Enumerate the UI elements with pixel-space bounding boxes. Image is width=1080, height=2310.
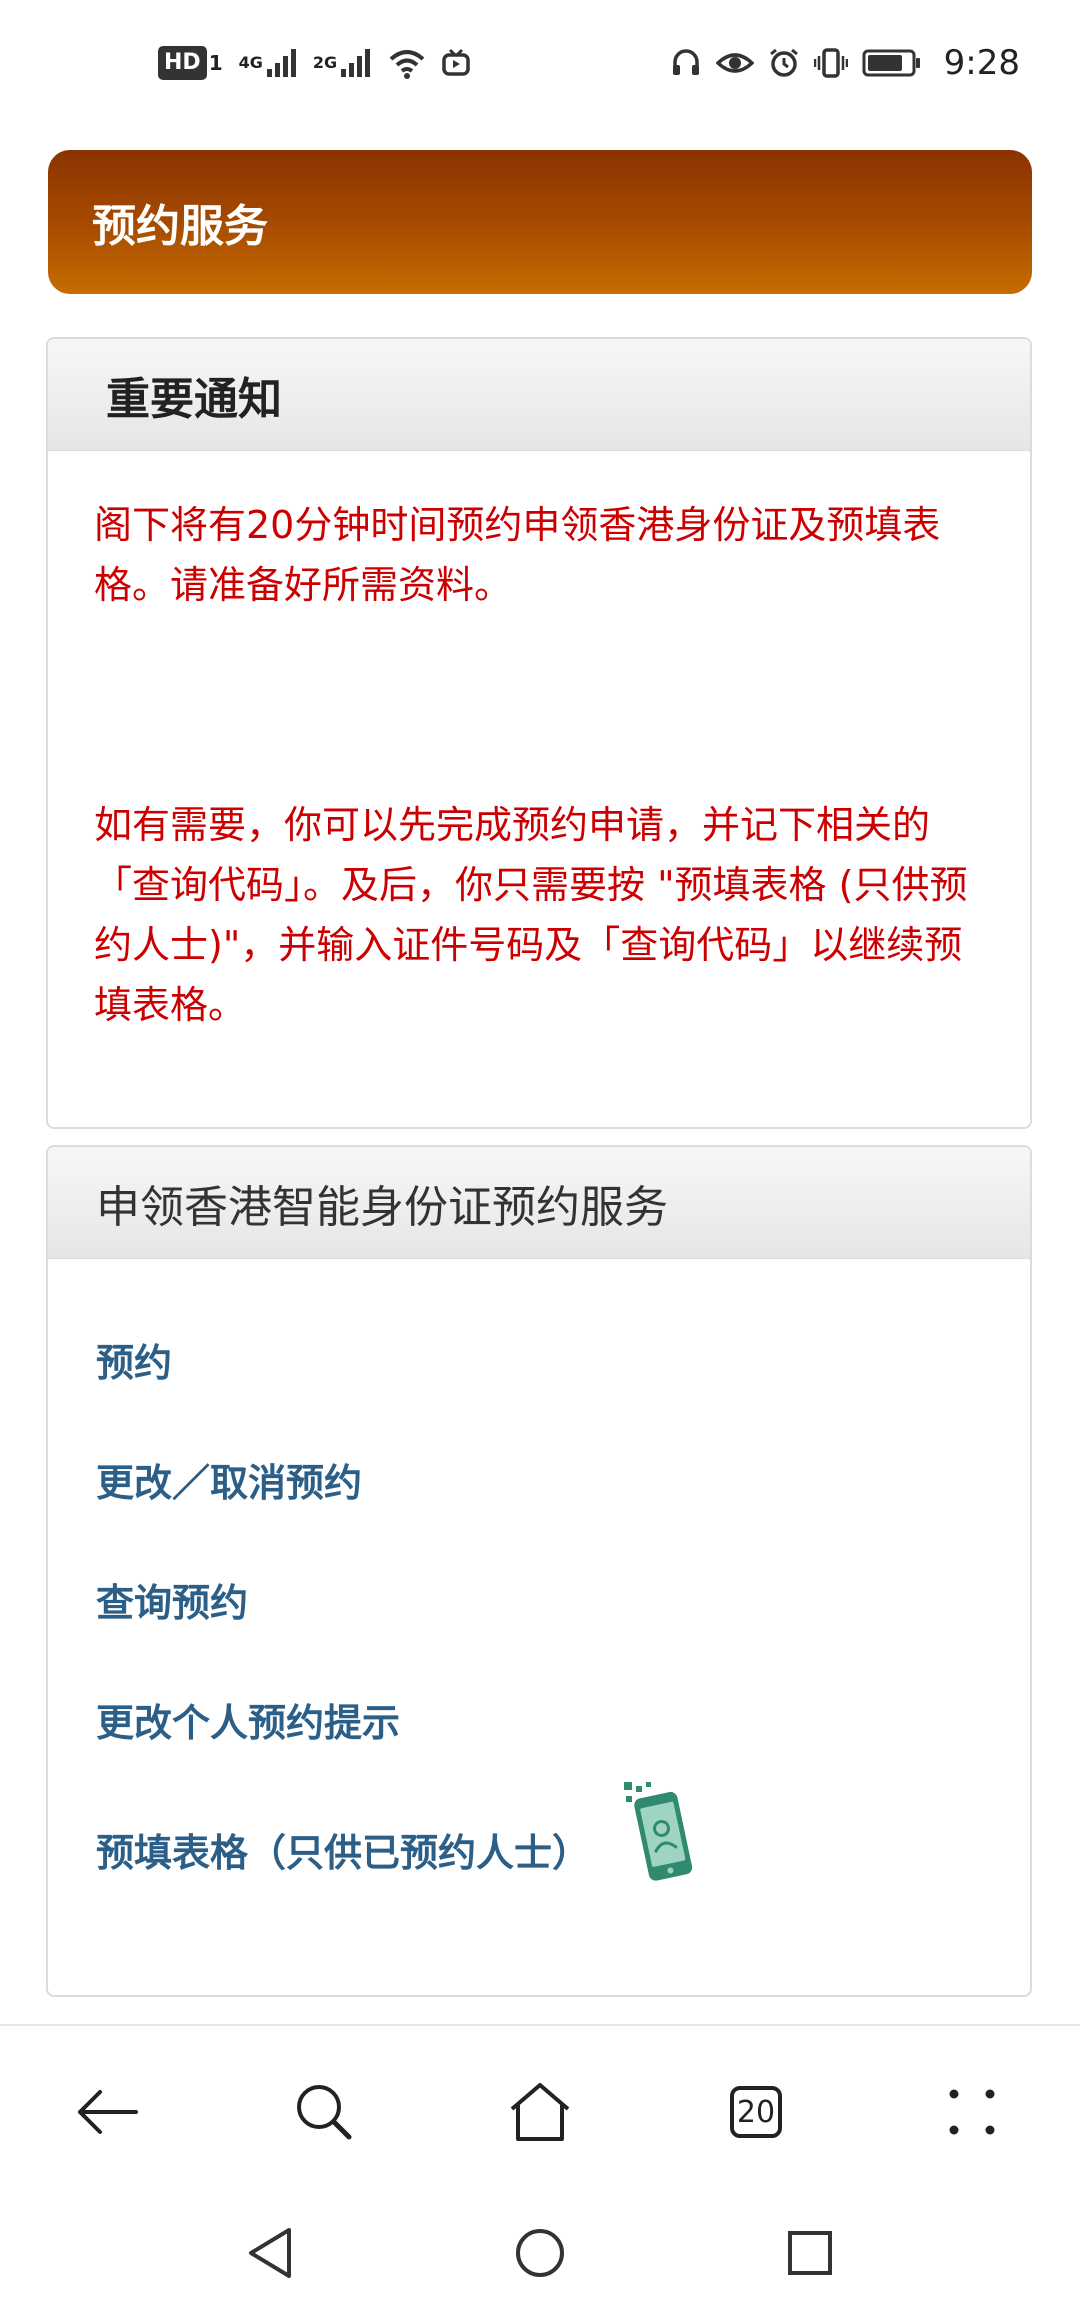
link-enquire-appointment[interactable]: 查询预约 — [96, 1539, 1030, 1659]
home-circle-icon — [516, 2229, 564, 2277]
link-label: 预约 — [96, 1340, 173, 1385]
status-bar-right: 9:28 — [670, 43, 1020, 83]
hd-icon: HD 1 — [158, 45, 225, 80]
notice-body: 阁下将有20分钟时间预约申领香港身份证及预填表格。请准备好所需资料。 如有需要，… — [48, 451, 1030, 1035]
status-time: 9:28 — [943, 42, 1020, 83]
home-button[interactable] — [480, 2052, 600, 2172]
page-title: 预约服务 — [92, 201, 268, 252]
link-make-appointment[interactable]: 预约 — [96, 1299, 1030, 1419]
link-label: 预填表格（只供已预约人士） — [96, 1830, 591, 1875]
link-label: 查询预约 — [96, 1580, 249, 1625]
page: HD 1 4G 2G 9:28 预约服务 重要通知 阁下将有20分钟时间预约申领… — [0, 0, 1080, 2310]
recents-square-icon — [788, 2231, 832, 2275]
wifi-icon — [387, 47, 427, 79]
services-card: 申领香港智能身份证预约服务 预约 更改／取消预约 查询预约 更改个人预约提示 预… — [46, 1145, 1032, 1997]
status-bar: HD 1 4G 2G 9:28 — [0, 0, 1080, 125]
tab-count: 20 — [736, 2094, 776, 2130]
link-change-cancel-appointment[interactable]: 更改／取消预约 — [96, 1419, 1030, 1539]
back-button[interactable] — [48, 2052, 168, 2172]
search-button[interactable] — [264, 2052, 384, 2172]
system-nav-bar — [0, 2196, 1080, 2310]
notice-card: 重要通知 阁下将有20分钟时间预约申领香港身份证及预填表格。请准备好所需资料。 … — [46, 337, 1032, 1129]
tabs-button[interactable]: 20 — [696, 2052, 816, 2172]
signal-bars-icon — [266, 48, 296, 77]
notice-paragraph-2: 如有需要，你可以先完成预约申请，并记下相关的「查询代码」。及后，你只需要按 "预… — [94, 803, 968, 1027]
net-2-label: 2G — [312, 53, 338, 72]
signal-4g-icon: 4G — [239, 47, 299, 79]
back-triangle-icon — [249, 2228, 291, 2278]
services-list: 预约 更改／取消预约 查询预约 更改个人预约提示 预填表格（只供已预约人士） — [48, 1259, 1030, 1919]
battery-icon — [862, 48, 922, 78]
sim-label: 1 — [208, 50, 223, 75]
link-label: 更改个人预约提示 — [96, 1700, 401, 1745]
system-recents-button[interactable] — [750, 2193, 870, 2310]
headset-icon — [670, 47, 702, 79]
hd-label: HD — [158, 45, 207, 80]
page-header: 预约服务 — [48, 150, 1032, 294]
notice-title: 重要通知 — [106, 373, 282, 425]
services-title: 申领香港智能身份证预约服务 — [96, 1181, 668, 1233]
mobile-phone-icon — [620, 1780, 700, 1899]
more-icon — [949, 2089, 995, 2135]
notice-header: 重要通知 — [48, 339, 1030, 451]
tv-app-icon — [441, 48, 471, 78]
eye-icon — [715, 48, 754, 78]
browser-toolbar: 20 — [0, 2024, 1080, 2198]
home-icon — [510, 2083, 570, 2141]
system-home-button[interactable] — [480, 2193, 600, 2310]
link-label: 更改／取消预约 — [96, 1460, 363, 1505]
net-1-label: 4G — [238, 53, 263, 72]
services-header: 申领香港智能身份证预约服务 — [48, 1147, 1030, 1259]
status-bar-left: HD 1 4G 2G — [158, 45, 471, 80]
link-change-reminder[interactable]: 更改个人预约提示 — [96, 1659, 1030, 1779]
tabs-icon: 20 — [730, 2086, 782, 2138]
search-icon — [297, 2085, 352, 2140]
system-back-button[interactable] — [210, 2193, 330, 2310]
back-arrow-icon — [78, 2090, 138, 2134]
notice-paragraph-1: 阁下将有20分钟时间预约申领香港身份证及预填表格。请准备好所需资料。 — [94, 503, 941, 607]
signal-2g-icon: 2G — [313, 47, 373, 79]
alarm-icon — [768, 47, 800, 79]
signal-bars-icon — [341, 48, 371, 77]
more-button[interactable] — [912, 2052, 1032, 2172]
vibrate-icon — [813, 47, 848, 79]
link-prefill-form[interactable]: 预填表格（只供已预约人士） — [96, 1779, 1030, 1919]
